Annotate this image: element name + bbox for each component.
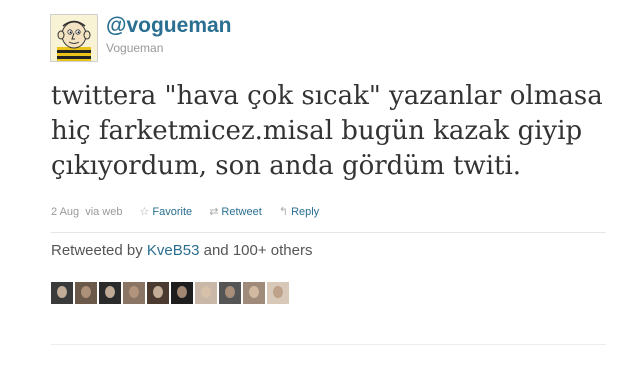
- retweeter-link[interactable]: KveB53: [147, 242, 200, 259]
- retweeter-avatar[interactable]: [171, 282, 193, 304]
- reply-label: Reply: [291, 206, 320, 218]
- retweet-label: Retweet: [221, 206, 262, 218]
- tweet-text: twittera "hava çok sıcak" yazanlar olmas…: [51, 79, 621, 184]
- face-silhouette-icon: [105, 286, 115, 298]
- face-silhouette-icon: [57, 286, 67, 298]
- via-label: via: [85, 206, 100, 218]
- retweeted-suffix: and 100+ others: [203, 242, 313, 259]
- divider: [51, 232, 606, 233]
- tweet-text-line: twittera "hava çok sıcak" yazanlar olmas…: [51, 81, 603, 111]
- star-icon: ☆: [139, 206, 150, 218]
- timestamp-link[interactable]: 2 Aug: [51, 206, 79, 218]
- favorite-label: Favorite: [152, 206, 193, 218]
- retweeter-avatar[interactable]: [99, 282, 121, 304]
- retweeter-avatar[interactable]: [147, 282, 169, 304]
- retweeter-avatar[interactable]: [51, 282, 73, 304]
- retweet-icon: ⇄: [209, 206, 219, 218]
- retweeted-prefix: Retweeted by: [51, 242, 143, 259]
- retweeter-avatar[interactable]: [243, 282, 265, 304]
- tweet-meta: 2 Aug via web ☆ Favorite ⇄ Retweet ↰ Reply: [51, 205, 319, 219]
- source-label: web: [102, 206, 123, 218]
- username-link[interactable]: @vogueman: [106, 14, 232, 38]
- face-silhouette-icon: [81, 286, 91, 298]
- retweeter-avatar[interactable]: [75, 282, 97, 304]
- tweet-text-line: hiç farketmicez.misal bugün kazak giyip: [51, 116, 583, 146]
- favorite-button[interactable]: ☆ Favorite: [140, 206, 193, 218]
- reply-arrow-icon: ↰: [278, 206, 289, 218]
- reply-button[interactable]: ↰ Reply: [279, 206, 319, 218]
- face-silhouette-icon: [201, 286, 211, 298]
- tweet-card: @vogueman Vogueman twittera "hava çok sı…: [0, 0, 640, 370]
- cartoon-avatar-icon: [51, 15, 97, 61]
- face-silhouette-icon: [249, 286, 259, 298]
- retweeter-avatar[interactable]: [267, 282, 289, 304]
- retweeter-avatar[interactable]: [219, 282, 241, 304]
- face-silhouette-icon: [153, 286, 163, 298]
- face-silhouette-icon: [225, 286, 235, 298]
- face-silhouette-icon: [177, 286, 187, 298]
- retweeter-avatars: [51, 282, 289, 304]
- tweet-text-line: çıkıyordum, son anda gördüm twiti.: [51, 151, 522, 181]
- face-silhouette-icon: [129, 286, 139, 298]
- face-silhouette-icon: [273, 286, 283, 298]
- retweet-button[interactable]: ⇄ Retweet: [209, 206, 262, 218]
- retweeted-by: Retweeted by KveB53 and 100+ others: [51, 242, 312, 260]
- divider: [51, 344, 606, 345]
- retweeter-avatar[interactable]: [123, 282, 145, 304]
- retweeter-avatar[interactable]: [195, 282, 217, 304]
- display-name: Vogueman: [106, 41, 164, 55]
- avatar[interactable]: [50, 14, 98, 62]
